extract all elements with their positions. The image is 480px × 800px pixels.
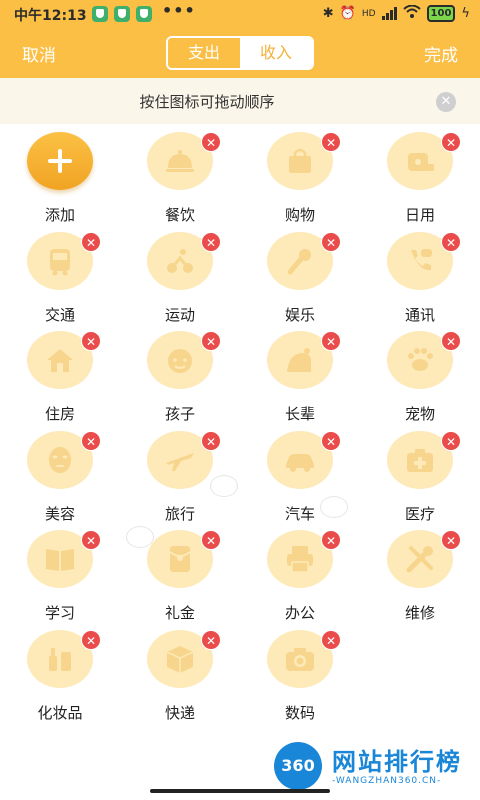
delete-category-icon[interactable]: ✕ <box>441 530 461 550</box>
shield-app-icon <box>114 6 130 22</box>
watermark-subtitle: -WANGZHAN360.CN- <box>332 776 442 786</box>
delete-category-icon[interactable]: ✕ <box>441 331 461 351</box>
touch-indicator <box>210 475 238 497</box>
delete-category-icon[interactable]: ✕ <box>81 530 101 550</box>
add-category-button[interactable]: 添加 <box>0 124 120 224</box>
category-item-medical-kit[interactable]: ✕ 医疗 <box>360 423 480 523</box>
category-label: 办公 <box>284 604 315 622</box>
close-hint-icon[interactable]: ✕ <box>436 92 456 112</box>
shield-app-icon <box>92 6 108 22</box>
category-item-face-mask[interactable]: ✕ 美容 <box>0 423 120 523</box>
category-label: 购物 <box>284 206 315 224</box>
category-label: 旅行 <box>164 504 195 523</box>
tab-income[interactable]: 收入 <box>240 38 312 68</box>
more-notifications-icon: ••• <box>162 1 196 20</box>
delete-category-icon[interactable]: ✕ <box>321 231 341 252</box>
category-item-tissue-roll[interactable]: ✕ 日用 <box>360 124 480 224</box>
category-item-book[interactable]: ✕ 学习 <box>0 522 120 622</box>
delete-category-icon[interactable]: ✕ <box>321 331 341 351</box>
category-label: 娱乐 <box>284 305 315 324</box>
category-label: 孩子 <box>164 405 195 423</box>
delete-category-icon[interactable]: ✕ <box>81 231 101 252</box>
status-time: 中午12:13 <box>14 8 87 24</box>
category-item-package[interactable]: ✕ 快递 <box>120 622 240 722</box>
shield-app-icon <box>136 6 152 22</box>
delete-category-icon[interactable]: ✕ <box>201 132 221 152</box>
touch-indicator <box>320 496 348 518</box>
battery-indicator: 100 <box>426 5 456 22</box>
delete-category-icon[interactable]: ✕ <box>321 629 341 650</box>
delete-category-icon[interactable]: ✕ <box>321 132 341 152</box>
delete-category-icon[interactable]: ✕ <box>201 430 221 451</box>
category-item-cosmetics[interactable]: ✕ 化妆品 <box>0 622 120 722</box>
delete-category-icon[interactable]: ✕ <box>81 629 101 650</box>
category-label: 住房 <box>44 405 75 423</box>
delete-category-icon[interactable]: ✕ <box>441 132 461 152</box>
category-item-cycling[interactable]: ✕ 运动 <box>120 224 240 324</box>
category-label: 礼金 <box>164 604 195 622</box>
top-app-bar: 取消 支出 收入 完成 <box>0 28 480 78</box>
drag-hint-text: 按住图标可拖动顺序 <box>139 93 275 111</box>
network-type: HD <box>361 8 376 19</box>
category-item-printer[interactable]: ✕ 办公 <box>240 522 360 622</box>
watermark-logo: 360 <box>274 742 322 790</box>
done-button[interactable]: 完成 <box>424 41 458 66</box>
category-item-camera[interactable]: ✕ 数码 <box>240 622 360 722</box>
category-item-elder[interactable]: ✕ 长辈 <box>240 323 360 423</box>
category-item-airplane[interactable]: ✕ 旅行 <box>120 423 240 523</box>
category-label: 维修 <box>404 604 435 622</box>
home-indicator[interactable] <box>150 789 330 793</box>
status-bar: 中午12:13 ••• ✱ ⏰ HD 100 ϟ <box>0 0 480 28</box>
category-item-paw[interactable]: ✕ 宠物 <box>360 323 480 423</box>
category-item-bus[interactable]: ✕ 交通 <box>0 224 120 324</box>
category-item-tools[interactable]: ✕ 维修 <box>360 522 480 622</box>
category-label: 学习 <box>44 604 75 622</box>
charging-icon: ϟ <box>461 6 470 21</box>
delete-category-icon[interactable]: ✕ <box>321 430 341 451</box>
alarm-icon: ⏰ <box>339 6 356 21</box>
cancel-button[interactable]: 取消 <box>22 41 56 66</box>
category-label: 通讯 <box>404 305 435 324</box>
category-label: 化妆品 <box>37 703 83 722</box>
delete-category-icon[interactable]: ✕ <box>81 331 101 351</box>
delete-category-icon[interactable]: ✕ <box>201 530 221 550</box>
category-label: 运动 <box>164 305 195 324</box>
category-label: 添加 <box>44 206 75 224</box>
category-label: 餐饮 <box>164 206 195 224</box>
tab-expense[interactable]: 支出 <box>168 38 240 68</box>
bluetooth-icon: ✱ <box>322 6 334 21</box>
wifi-icon <box>402 4 421 22</box>
delete-category-icon[interactable]: ✕ <box>81 430 101 451</box>
category-label: 交通 <box>44 305 75 324</box>
notification-icons <box>92 6 152 22</box>
category-item-microphone[interactable]: ✕ 娱乐 <box>240 224 360 324</box>
drag-hint-banner: 按住图标可拖动顺序 ✕ <box>0 78 480 124</box>
category-item-baby[interactable]: ✕ 孩子 <box>120 323 240 423</box>
delete-category-icon[interactable]: ✕ <box>321 530 341 550</box>
category-label: 长辈 <box>284 405 315 423</box>
delete-category-icon[interactable]: ✕ <box>201 331 221 351</box>
watermark-title: 网站排行榜 <box>332 748 462 776</box>
delete-category-icon[interactable]: ✕ <box>441 231 461 252</box>
category-label: 日用 <box>404 206 435 224</box>
plus-icon[interactable] <box>27 132 93 190</box>
status-right: ✱ ⏰ HD 100 ϟ <box>322 4 470 22</box>
category-label: 宠物 <box>404 405 435 423</box>
touch-indicator <box>126 526 154 548</box>
type-segmented-control: 支出 收入 <box>166 36 314 70</box>
category-label: 数码 <box>284 703 315 722</box>
delete-category-icon[interactable]: ✕ <box>201 231 221 252</box>
delete-category-icon[interactable]: ✕ <box>441 430 461 451</box>
category-label: 美容 <box>44 504 75 523</box>
signal-icon <box>381 7 397 20</box>
category-label: 医疗 <box>404 504 435 523</box>
category-item-cloche[interactable]: ✕ 餐饮 <box>120 124 240 224</box>
category-item-phone[interactable]: ✕ 通讯 <box>360 224 480 324</box>
delete-category-icon[interactable]: ✕ <box>201 629 221 650</box>
category-item-house[interactable]: ✕ 住房 <box>0 323 120 423</box>
category-item-shopping-bag[interactable]: ✕ 购物 <box>240 124 360 224</box>
category-label: 快递 <box>164 703 195 722</box>
